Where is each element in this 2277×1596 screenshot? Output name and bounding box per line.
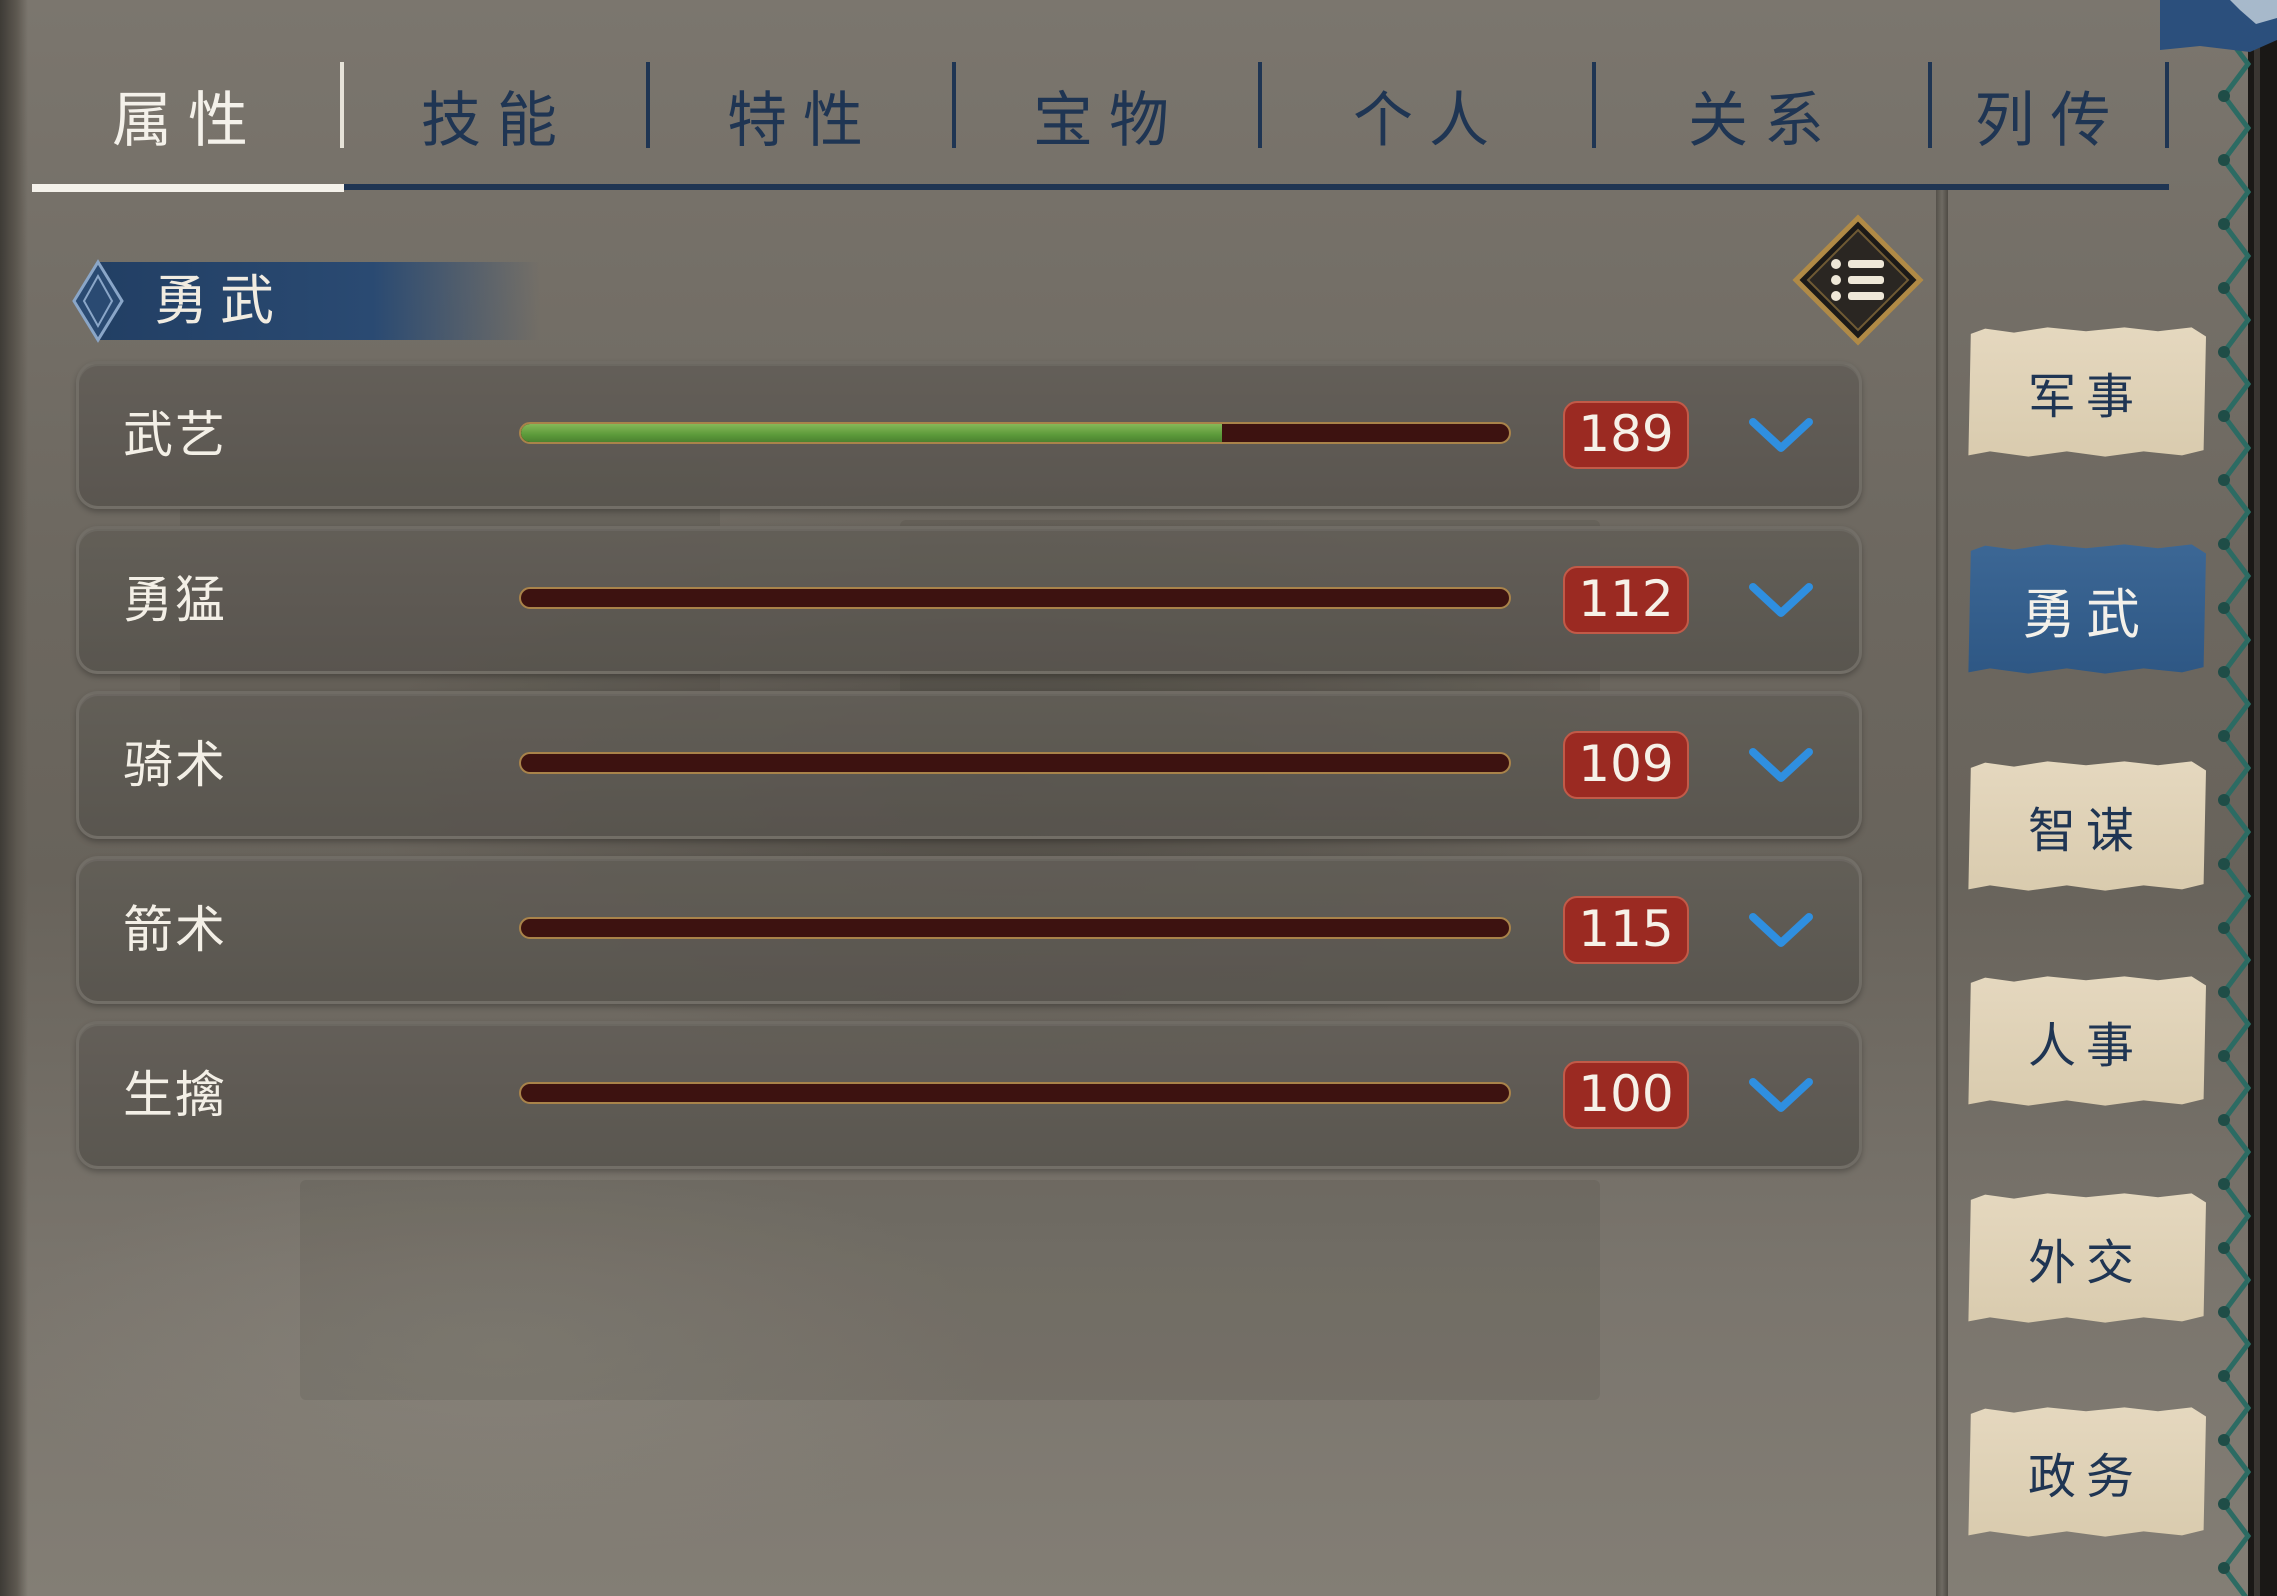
binding-knot (2218, 282, 2230, 294)
side-tab-label: 军事 (2027, 369, 2144, 425)
binding-knot (2218, 986, 2230, 998)
character-attributes-screen: 属性 技能 特性 宝物 个人 关系 列传 勇武 武艺 189 勇猛 112 骑术… (0, 0, 2277, 1596)
binding-knot (2218, 1306, 2230, 1318)
binding-knot (2218, 90, 2230, 102)
binding-knot (2218, 154, 2230, 166)
binding-knot (2218, 666, 2230, 678)
stat-row-horsemanship: 骑术 109 (76, 691, 1862, 839)
side-tab-strategy[interactable]: 智谋 (1966, 760, 2206, 892)
chevron-down-icon[interactable] (1745, 575, 1817, 625)
stat-row-capture: 生擒 100 (76, 1021, 1862, 1169)
binding-knot (2218, 1498, 2230, 1510)
tab-attributes[interactable]: 属性 (32, 40, 344, 190)
binding-knot (2218, 730, 2230, 742)
diamond-icon (72, 259, 124, 343)
tab-biography[interactable]: 列传 (1932, 40, 2169, 190)
stat-bar (519, 752, 1511, 774)
panel-left-edge (0, 0, 28, 1596)
side-tab-label: 政务 (2027, 1449, 2144, 1505)
side-tab-valor[interactable]: 勇武 (1966, 543, 2206, 675)
tab-traits[interactable]: 特性 (650, 40, 956, 190)
chevron-down-icon[interactable] (1745, 740, 1817, 790)
background-courtyard (300, 1180, 1600, 1400)
binding-knot (2218, 538, 2230, 550)
tab-treasures[interactable]: 宝物 (956, 40, 1262, 190)
binding-knot (2218, 1434, 2230, 1446)
binding-knot (2218, 1114, 2230, 1126)
side-tab-governance[interactable]: 政务 (1966, 1406, 2206, 1538)
binding-knot (2218, 346, 2230, 358)
chevron-down-icon[interactable] (1745, 410, 1817, 460)
stat-label: 箭术 (123, 901, 227, 959)
stat-row-archery: 箭术 115 (76, 856, 1862, 1004)
stat-label: 武艺 (123, 406, 227, 464)
binding-knot (2218, 474, 2230, 486)
stat-value-badge: 100 (1563, 1061, 1689, 1129)
stat-label: 骑术 (123, 736, 227, 794)
stat-label: 勇猛 (123, 571, 227, 629)
stat-row-bravery: 勇猛 112 (76, 526, 1862, 674)
panel-divider (1936, 190, 1948, 1596)
book-binding (2218, 0, 2277, 1596)
binding-knot (2218, 794, 2230, 806)
stat-value-badge: 109 (1563, 731, 1689, 799)
binding-knot (2218, 922, 2230, 934)
list-icon[interactable] (1792, 214, 1924, 346)
corner-flag-ornament (2160, 0, 2277, 52)
binding-knot (2218, 410, 2230, 422)
stat-value-badge: 189 (1563, 401, 1689, 469)
binding-knot (2218, 1050, 2230, 1062)
binding-knot (2218, 1242, 2230, 1254)
side-tab-label: 勇武 (2022, 582, 2150, 646)
tab-active-indicator (32, 184, 344, 192)
tab-skills[interactable]: 技能 (344, 40, 650, 190)
side-tab-personnel[interactable]: 人事 (1966, 975, 2206, 1107)
stat-value-badge: 112 (1563, 566, 1689, 634)
section-header: 勇武 (70, 258, 540, 344)
side-tab-label: 外交 (2027, 1235, 2144, 1291)
stat-row-martial-arts: 武艺 189 (76, 361, 1862, 509)
stat-bar (519, 917, 1511, 939)
section-title: 勇武 (154, 269, 286, 332)
binding-knot (2218, 1370, 2230, 1382)
side-tab-military[interactable]: 军事 (1966, 326, 2206, 458)
top-tab-bar: 属性 技能 特性 宝物 个人 关系 列传 (32, 40, 2169, 190)
side-tab-label: 人事 (2027, 1018, 2144, 1074)
binding-knot (2218, 1562, 2230, 1574)
binding-knot (2218, 218, 2230, 230)
binding-knot (2218, 858, 2230, 870)
tab-separator (2165, 62, 2169, 148)
side-tab-diplomacy[interactable]: 外交 (1966, 1192, 2206, 1324)
stat-bar (519, 587, 1511, 609)
tab-underline (32, 184, 2169, 190)
stat-bar-fill (521, 424, 1223, 442)
chevron-down-icon[interactable] (1745, 905, 1817, 955)
stat-label: 生擒 (123, 1066, 227, 1124)
stat-bar (519, 422, 1511, 444)
binding-knot (2218, 1178, 2230, 1190)
tab-personal[interactable]: 个人 (1262, 40, 1596, 190)
tab-relations[interactable]: 关系 (1596, 40, 1932, 190)
chevron-down-icon[interactable] (1745, 1070, 1817, 1120)
binding-knot (2218, 602, 2230, 614)
stat-bar (519, 1082, 1511, 1104)
side-tab-label: 智谋 (2027, 803, 2144, 859)
stat-value-badge: 115 (1563, 896, 1689, 964)
